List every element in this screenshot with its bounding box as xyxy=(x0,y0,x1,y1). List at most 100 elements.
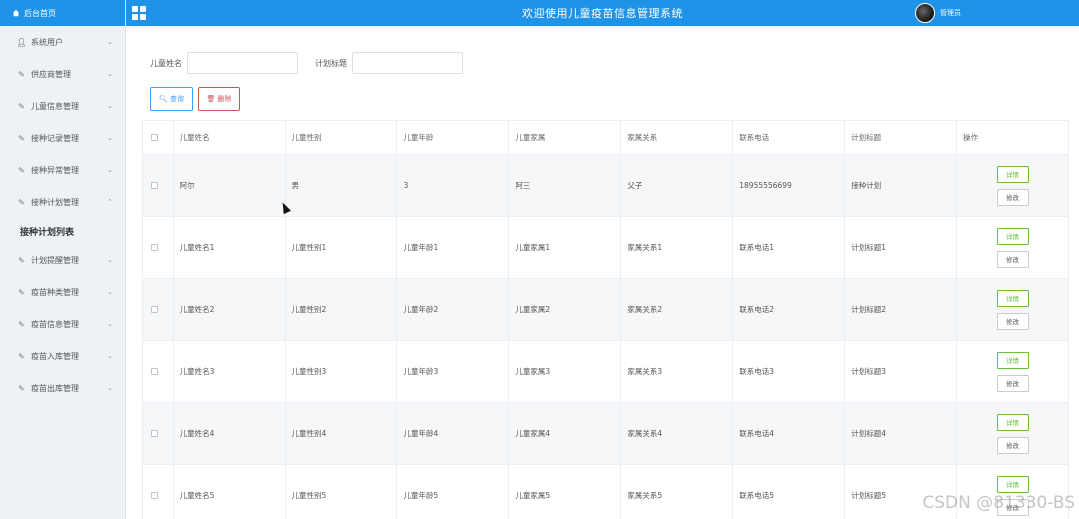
detail-button[interactable]: 详情 xyxy=(996,351,1029,369)
query-button[interactable]: 🔍︎ 查询 xyxy=(150,87,193,111)
table-cell: 儿童性别4 xyxy=(286,403,398,464)
detail-button[interactable]: 详情 xyxy=(996,165,1029,183)
delete-label: 删除 xyxy=(217,95,232,103)
sidebar-item-3[interactable]: ✎ 接种记录管理 ⌄ xyxy=(0,122,125,154)
sidebar-item-9[interactable]: ✎ 疫苗入库管理 ⌄ xyxy=(0,340,125,372)
detail-button[interactable]: 详情 xyxy=(996,227,1029,245)
edit-icon: ✎ xyxy=(18,133,25,143)
sidebar-item-2[interactable]: ✎ 儿童信息管理 ⌄ xyxy=(0,90,125,122)
table-cell: 计划标题1 xyxy=(845,217,958,278)
row-select-cell xyxy=(143,341,174,402)
table-cell: 儿童姓名5 xyxy=(174,465,286,519)
edit-button[interactable]: 修改 xyxy=(996,250,1029,268)
chevron-down-icon: ⌄ xyxy=(107,256,113,264)
row-actions: 详情 修改 xyxy=(957,217,1069,278)
delete-button[interactable]: 🗑︎ 删除 xyxy=(198,87,240,111)
row-actions: 详情 修改 xyxy=(957,341,1069,402)
table-cell: 接种计划 xyxy=(845,155,958,216)
action-buttons: 🔍︎ 查询 🗑︎ 删除 xyxy=(150,87,245,111)
sidebar-item-label: 接种异常管理 xyxy=(31,165,79,175)
row-select-cell xyxy=(143,403,174,464)
sidebar-item-5[interactable]: ✎ 接种计划管理 ⌃ xyxy=(0,186,125,218)
user-icon: 👤︎ xyxy=(16,37,27,47)
table-cell: 家属关系3 xyxy=(621,341,734,402)
table-cell: 儿童家属5 xyxy=(509,465,622,519)
sidebar-item-4[interactable]: ✎ 接种异常管理 ⌄ xyxy=(0,154,125,186)
table-cell: 父子 xyxy=(621,155,734,216)
row-checkbox[interactable] xyxy=(151,306,158,313)
table-cell: 家属关系1 xyxy=(621,217,734,278)
table-cell: 儿童性别3 xyxy=(286,341,398,402)
row-checkbox[interactable] xyxy=(151,492,158,499)
edit-button[interactable]: 修改 xyxy=(996,312,1029,330)
avatar[interactable] xyxy=(915,3,935,23)
table-cell: 阿尔 xyxy=(174,155,286,216)
detail-button[interactable]: 详情 xyxy=(996,289,1029,307)
table-cell: 儿童性别1 xyxy=(286,217,398,278)
edit-icon: ✎ xyxy=(18,197,25,207)
chevron-down-icon: ⌄ xyxy=(107,166,113,174)
table-cell: 家属关系5 xyxy=(621,465,734,519)
row-actions: 详情 修改 xyxy=(957,155,1069,216)
row-checkbox[interactable] xyxy=(151,368,158,375)
edit-button[interactable]: 修改 xyxy=(996,374,1029,392)
table-cell: 联系电话3 xyxy=(733,341,846,402)
sidebar-item-7[interactable]: ✎ 疫苗种类管理 ⌄ xyxy=(0,276,125,308)
sidebar-item-8[interactable]: ✎ 疫苗信息管理 ⌄ xyxy=(0,308,125,340)
edit-icon: ✎ xyxy=(18,319,25,329)
detail-button[interactable]: 详情 xyxy=(996,413,1029,431)
sidebar-item-label: 疫苗出库管理 xyxy=(31,383,79,393)
query-label: 查询 xyxy=(169,95,184,103)
sidebar-item-label: 系统用户 xyxy=(31,37,63,47)
plan-table: 儿童姓名 儿童性别 儿童年龄 儿童家属 家属关系 联系电话 计划标题 操作 阿尔男 3 阿三 父子 18… xyxy=(142,120,1069,519)
sidebar-item-label: 儿童信息管理 xyxy=(31,101,79,111)
row-checkbox[interactable] xyxy=(151,182,158,189)
table-row: 儿童姓名1 儿童性别1 儿童年龄1 儿童家属1 家属关系1 联系电话1 计划标题1 详情 修改 xyxy=(143,217,1069,279)
table-cell: 儿童年龄4 xyxy=(397,403,510,464)
sidebar-home[interactable]: 后台首页 xyxy=(0,0,125,26)
user-menu[interactable]: 管理员 xyxy=(915,3,961,23)
row-actions: 详情 修改 xyxy=(957,279,1069,340)
sidebar-item-label: 疫苗种类管理 xyxy=(31,287,79,297)
table-cell: 儿童姓名4 xyxy=(174,403,286,464)
column-header: 儿童性别 xyxy=(286,121,398,154)
column-header: 操作 xyxy=(957,121,1069,154)
sidebar-item-label: 计划提醒管理 xyxy=(31,255,79,265)
table-cell: 计划标题3 xyxy=(845,341,958,402)
child-name-input[interactable] xyxy=(187,52,298,74)
sidebar-item-0[interactable]: 👤︎ 系统用户 ⌄ xyxy=(0,26,125,58)
table-cell: 家属关系2 xyxy=(621,279,734,340)
edit-button[interactable]: 修改 xyxy=(996,188,1029,206)
submenu-item-plan-list[interactable]: 接种计划列表 xyxy=(0,218,125,244)
chevron-down-icon: ⌄ xyxy=(107,384,113,392)
chevron-down-icon: ⌄ xyxy=(107,134,113,142)
edit-button[interactable]: 修改 xyxy=(996,436,1029,454)
table-cell: 家属关系4 xyxy=(621,403,734,464)
home-icon xyxy=(12,9,20,17)
plan-title-label: 计划标题 xyxy=(315,58,347,68)
select-all-checkbox[interactable] xyxy=(151,134,158,141)
column-header: 儿童家属 xyxy=(509,121,622,154)
table-cell: 计划标题2 xyxy=(845,279,958,340)
column-header: 儿童姓名 xyxy=(174,121,286,154)
edit-icon: ✎ xyxy=(18,255,25,265)
chevron-down-icon: ⌄ xyxy=(107,320,113,328)
table-header-row: 儿童姓名 儿童性别 儿童年龄 儿童家属 家属关系 联系电话 计划标题 操作 xyxy=(143,121,1069,155)
sidebar-item-10[interactable]: ✎ 疫苗出库管理 ⌄ xyxy=(0,372,125,404)
row-checkbox[interactable] xyxy=(151,244,158,251)
sidebar-item-1[interactable]: ✎ 供应商管理 ⌄ xyxy=(0,58,125,90)
chevron-down-icon: ⌄ xyxy=(107,352,113,360)
table-cell: 儿童姓名1 xyxy=(174,217,286,278)
plan-title-input[interactable] xyxy=(352,52,463,74)
table-cell: 儿童性别2 xyxy=(286,279,398,340)
table-cell: 儿童性别5 xyxy=(286,465,398,519)
sidebar-item-6[interactable]: ✎ 计划提醒管理 ⌄ xyxy=(0,244,125,276)
table-cell: 儿童年龄3 xyxy=(397,341,510,402)
table-cell: 阿三 xyxy=(509,155,622,216)
detail-button[interactable]: 详情 xyxy=(996,475,1029,493)
table-cell: 儿童家属4 xyxy=(509,403,622,464)
row-checkbox[interactable] xyxy=(151,430,158,437)
edit-icon: ✎ xyxy=(18,165,25,175)
sidebar: 后台首页 👤︎ 系统用户 ⌄ ✎ 供应商管理 ⌄ ✎ 儿童信息管理 ⌄ ✎ 接种记录管理 ⌄ ✎ 接种异常… xyxy=(0,0,126,519)
edit-icon: ✎ xyxy=(18,287,25,297)
